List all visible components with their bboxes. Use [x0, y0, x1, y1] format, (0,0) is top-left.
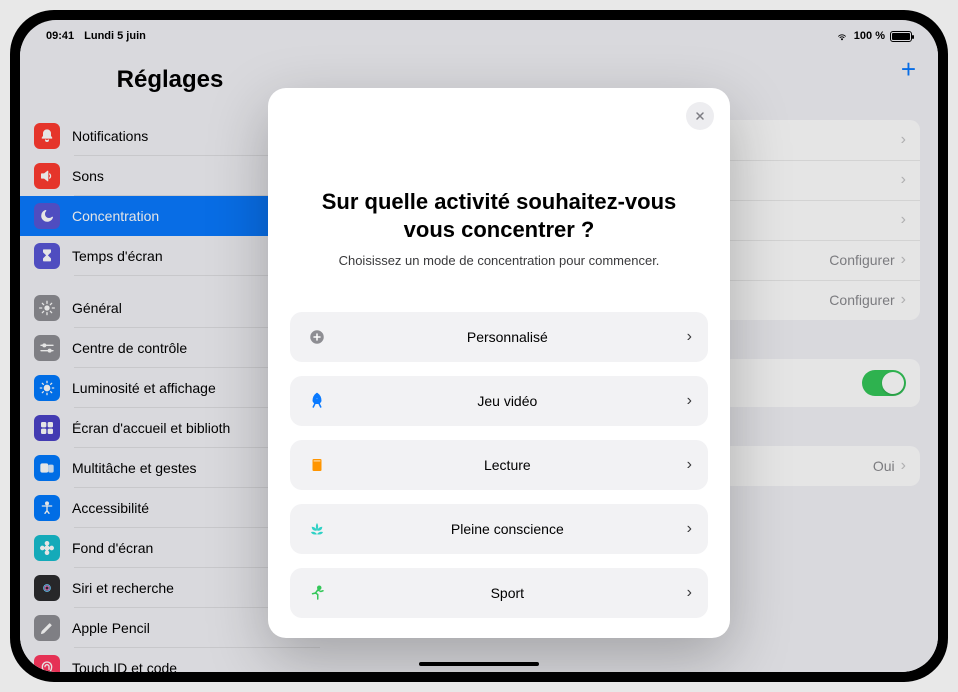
book-icon — [306, 456, 328, 474]
option-label: Sport — [328, 585, 687, 601]
home-indicator[interactable] — [419, 662, 539, 666]
lotus-icon — [306, 520, 328, 538]
focus-option-jeu-vid-o[interactable]: Jeu vidéo› — [290, 376, 708, 426]
option-label: Lecture — [328, 457, 687, 473]
option-label: Personnalisé — [328, 329, 687, 345]
modal-title: Sur quelle activité souhaitez-vous vous … — [290, 188, 708, 243]
chevron-right-icon: › — [687, 456, 692, 474]
chevron-right-icon: › — [687, 584, 692, 602]
focus-option-sport[interactable]: Sport› — [290, 568, 708, 618]
focus-option-pleine-conscience[interactable]: Pleine conscience› — [290, 504, 708, 554]
chevron-right-icon: › — [687, 392, 692, 410]
modal-subtitle: Choisissez un mode de concentration pour… — [290, 253, 708, 268]
focus-option-personnalis-[interactable]: Personnalisé› — [290, 312, 708, 362]
rocket-icon — [306, 392, 328, 410]
close-button[interactable] — [686, 102, 714, 130]
focus-option-lecture[interactable]: Lecture› — [290, 440, 708, 490]
runner-icon — [306, 584, 328, 602]
focus-activity-modal: Sur quelle activité souhaitez-vous vous … — [268, 88, 730, 638]
chevron-right-icon: › — [687, 520, 692, 538]
plus-icon — [306, 328, 328, 346]
chevron-right-icon: › — [687, 328, 692, 346]
option-label: Jeu vidéo — [328, 393, 687, 409]
close-icon — [694, 110, 706, 122]
option-label: Pleine conscience — [328, 521, 687, 537]
